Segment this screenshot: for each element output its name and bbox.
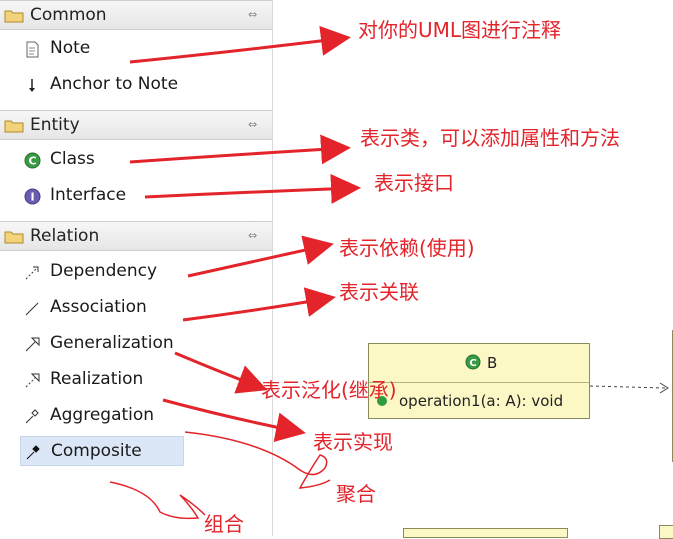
- annotation-aggregation: 聚合: [336, 482, 376, 506]
- collapse-icon[interactable]: ⇔: [248, 8, 257, 21]
- association-icon: [25, 302, 39, 316]
- palette-item-label: Class: [50, 149, 95, 169]
- palette-item-note[interactable]: Note: [20, 34, 184, 64]
- class-icon: C: [465, 354, 481, 370]
- composite-icon: [26, 445, 40, 460]
- dependency-icon: [25, 266, 39, 280]
- diagram-canvas[interactable]: [273, 0, 673, 536]
- palette-item-label: Interface: [50, 185, 127, 205]
- annotation-composite: 组合: [204, 512, 244, 536]
- svg-text:I: I: [30, 191, 34, 204]
- palette-item-label: Anchor to Note: [50, 74, 179, 94]
- drawer-relation-header[interactable]: Relation ⇔: [0, 221, 272, 251]
- class-box-partial[interactable]: [403, 528, 568, 538]
- drawer-title: Common: [30, 5, 107, 25]
- class-name: B: [487, 354, 498, 372]
- drawer-title: Relation: [30, 226, 100, 246]
- note-icon: [26, 41, 39, 58]
- folder-icon: [4, 10, 24, 23]
- palette-item-dependency[interactable]: Dependency: [20, 257, 184, 287]
- annotation-dependency: 表示依赖(使用): [339, 236, 475, 260]
- palette-item-label: Dependency: [50, 261, 158, 281]
- collapse-icon[interactable]: ⇔: [248, 229, 257, 242]
- palette-item-label: Association: [50, 297, 147, 317]
- annotation-class: 表示类，可以添加属性和方法: [360, 126, 620, 150]
- class-header: C B: [369, 344, 589, 383]
- folder-icon: [4, 231, 24, 244]
- palette-item-label: Note: [50, 38, 91, 58]
- generalization-icon: [25, 337, 40, 352]
- drawer-title: Entity: [30, 115, 80, 135]
- palette-item-label: Aggregation: [50, 405, 155, 425]
- drawer-entity-header[interactable]: Entity ⇔: [0, 110, 272, 140]
- class-operation: operation1(a: A): void: [399, 392, 564, 410]
- palette-item-association[interactable]: Association: [20, 293, 184, 323]
- palette-panel: Common ⇔ Note Anchor to Note Entity ⇔ C …: [0, 0, 273, 536]
- annotation-generalization: 表示泛化(继承): [261, 378, 397, 402]
- realization-icon: [25, 373, 40, 388]
- palette-item-interface[interactable]: I Interface: [20, 181, 184, 211]
- palette-item-class[interactable]: C Class: [20, 145, 184, 175]
- folder-icon: [4, 120, 24, 133]
- palette-item-label: Composite: [51, 441, 142, 461]
- svg-text:C: C: [469, 358, 476, 369]
- palette-item-aggregation[interactable]: Aggregation: [20, 401, 184, 431]
- palette-item-label: Generalization: [50, 333, 174, 353]
- annotation-association: 表示关联: [339, 280, 419, 304]
- drawer-common-header[interactable]: Common ⇔: [0, 0, 272, 30]
- class-b-box[interactable]: C B operation1(a: A): void: [368, 343, 590, 419]
- annotation-realization: 表示实现: [313, 430, 393, 454]
- class-box-partial[interactable]: [659, 525, 673, 539]
- anchor-arrow-icon: [29, 79, 35, 92]
- palette-item-generalization[interactable]: Generalization: [20, 329, 184, 359]
- palette-item-anchor-to-note[interactable]: Anchor to Note: [20, 70, 184, 100]
- annotation-note: 对你的UML图进行注释: [358, 18, 562, 42]
- interface-icon: I: [24, 188, 41, 205]
- palette-item-realization[interactable]: Realization: [20, 365, 184, 395]
- collapse-icon[interactable]: ⇔: [248, 118, 257, 131]
- palette-item-label: Realization: [50, 369, 144, 389]
- annotation-interface: 表示接口: [374, 171, 454, 195]
- svg-text:C: C: [28, 155, 36, 168]
- class-icon: C: [24, 152, 41, 169]
- palette-item-composite[interactable]: Composite: [20, 436, 184, 466]
- aggregation-icon: [25, 409, 39, 424]
